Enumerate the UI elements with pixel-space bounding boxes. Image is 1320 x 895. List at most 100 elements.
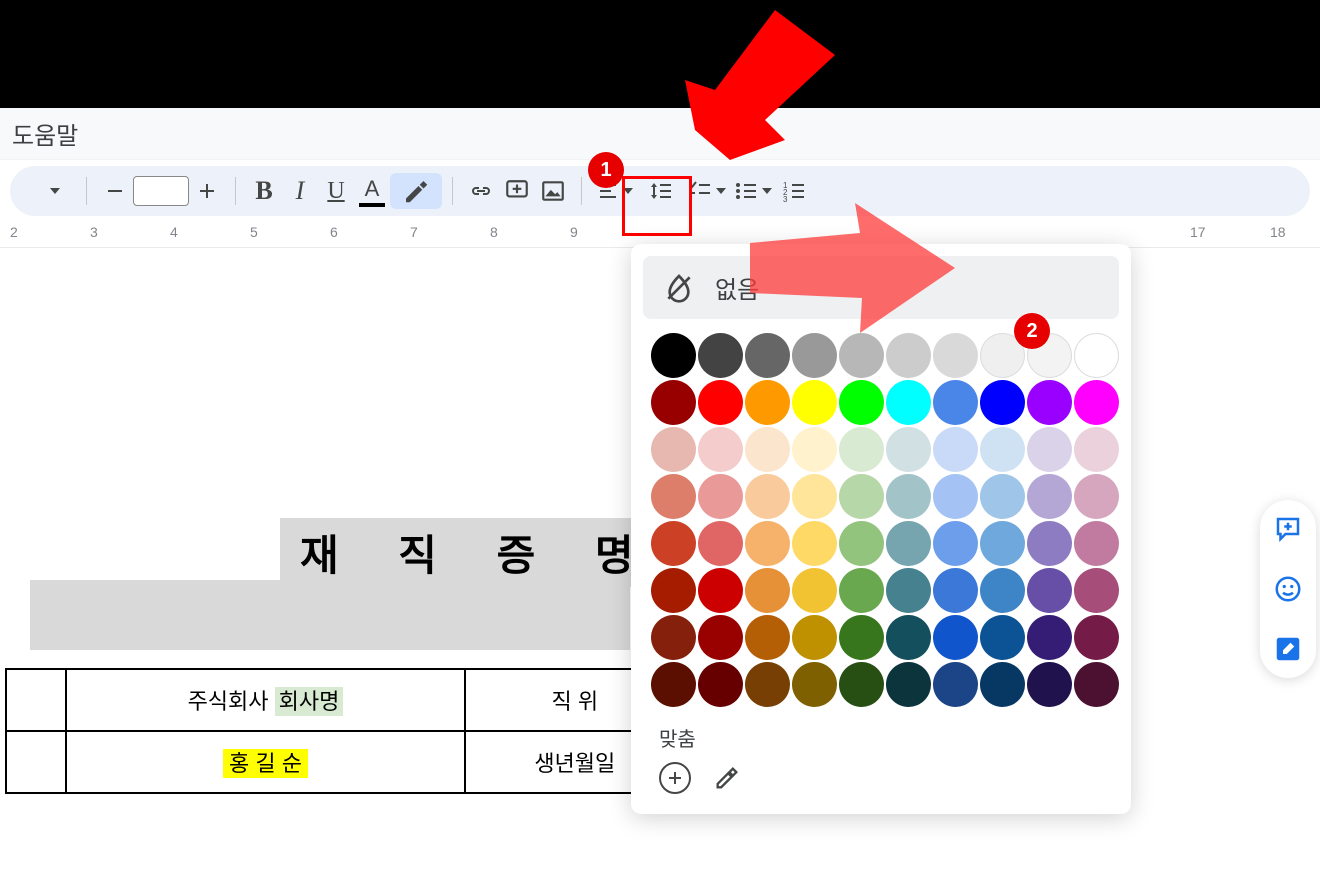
color-swatch[interactable]: [698, 333, 743, 378]
color-swatch[interactable]: [933, 615, 978, 660]
color-swatch[interactable]: [792, 615, 837, 660]
color-swatch[interactable]: [745, 380, 790, 425]
color-swatch[interactable]: [886, 333, 931, 378]
color-swatch[interactable]: [651, 662, 696, 707]
table-cell-name[interactable]: 홍 길 순: [66, 731, 465, 793]
color-swatch[interactable]: [792, 380, 837, 425]
color-swatch[interactable]: [980, 380, 1025, 425]
color-swatch[interactable]: [792, 568, 837, 613]
table-cell-company[interactable]: 주식회사 회사명: [66, 669, 465, 731]
checklist-dropdown[interactable]: [684, 173, 730, 209]
color-swatch[interactable]: [1027, 380, 1072, 425]
color-swatch[interactable]: [933, 333, 978, 378]
color-swatch[interactable]: [839, 333, 884, 378]
font-size-increase-button[interactable]: [189, 173, 225, 209]
color-swatch[interactable]: [886, 474, 931, 519]
table-cell[interactable]: [6, 669, 66, 731]
color-swatch[interactable]: [980, 662, 1025, 707]
color-swatch[interactable]: [745, 662, 790, 707]
color-swatch[interactable]: [1074, 333, 1119, 378]
color-swatch[interactable]: [933, 427, 978, 472]
color-swatch[interactable]: [1074, 662, 1119, 707]
color-swatch[interactable]: [1074, 380, 1119, 425]
color-swatch[interactable]: [980, 568, 1025, 613]
font-size-input[interactable]: [133, 173, 189, 209]
color-swatch[interactable]: [839, 615, 884, 660]
color-swatch[interactable]: [1027, 521, 1072, 566]
color-swatch[interactable]: [1074, 615, 1119, 660]
color-swatch[interactable]: [745, 568, 790, 613]
italic-button[interactable]: I: [282, 173, 318, 209]
color-swatch[interactable]: [980, 615, 1025, 660]
color-swatch[interactable]: [933, 662, 978, 707]
color-swatch[interactable]: [886, 521, 931, 566]
color-swatch[interactable]: [651, 333, 696, 378]
color-swatch[interactable]: [839, 474, 884, 519]
color-swatch[interactable]: [745, 427, 790, 472]
color-swatch[interactable]: [933, 568, 978, 613]
color-swatch[interactable]: [698, 662, 743, 707]
color-swatch[interactable]: [886, 380, 931, 425]
styles-dropdown[interactable]: [30, 173, 76, 209]
color-swatch[interactable]: [745, 333, 790, 378]
text-color-button[interactable]: A: [354, 173, 390, 209]
color-swatch[interactable]: [839, 427, 884, 472]
color-swatch[interactable]: [1027, 427, 1072, 472]
color-swatch[interactable]: [698, 521, 743, 566]
color-swatch[interactable]: [839, 380, 884, 425]
color-swatch[interactable]: [1027, 615, 1072, 660]
color-swatch[interactable]: [698, 474, 743, 519]
color-swatch[interactable]: [933, 521, 978, 566]
color-swatch[interactable]: [1074, 427, 1119, 472]
color-swatch[interactable]: [886, 427, 931, 472]
color-swatch[interactable]: [839, 568, 884, 613]
eyedropper-button[interactable]: [711, 762, 743, 794]
color-swatch[interactable]: [792, 662, 837, 707]
color-swatch[interactable]: [886, 662, 931, 707]
color-swatch[interactable]: [698, 568, 743, 613]
color-swatch[interactable]: [980, 427, 1025, 472]
color-swatch[interactable]: [792, 427, 837, 472]
color-swatch[interactable]: [1074, 474, 1119, 519]
color-swatch[interactable]: [745, 474, 790, 519]
color-swatch[interactable]: [651, 521, 696, 566]
color-swatch[interactable]: [1074, 521, 1119, 566]
color-swatch[interactable]: [933, 380, 978, 425]
color-swatch[interactable]: [651, 474, 696, 519]
insert-link-button[interactable]: [463, 173, 499, 209]
bold-button[interactable]: B: [246, 173, 282, 209]
color-swatch[interactable]: [1074, 568, 1119, 613]
color-swatch[interactable]: [886, 615, 931, 660]
color-swatch[interactable]: [698, 615, 743, 660]
underline-button[interactable]: U: [318, 173, 354, 209]
font-size-decrease-button[interactable]: [97, 173, 133, 209]
line-spacing-dropdown[interactable]: [638, 173, 684, 209]
color-swatch[interactable]: [980, 521, 1025, 566]
menu-help[interactable]: 도움말: [12, 123, 78, 150]
color-swatch[interactable]: [745, 615, 790, 660]
color-swatch[interactable]: [980, 474, 1025, 519]
color-swatch[interactable]: [792, 521, 837, 566]
suggest-edits-button[interactable]: [1273, 634, 1303, 664]
highlight-color-button[interactable]: [390, 173, 442, 209]
add-comment-side-button[interactable]: [1273, 514, 1303, 544]
color-swatch[interactable]: [886, 568, 931, 613]
table-cell[interactable]: [6, 731, 66, 793]
color-swatch[interactable]: [745, 521, 790, 566]
color-swatch[interactable]: [698, 380, 743, 425]
color-swatch[interactable]: [933, 474, 978, 519]
color-swatch[interactable]: [792, 474, 837, 519]
color-swatch[interactable]: [698, 427, 743, 472]
add-custom-color-button[interactable]: [659, 762, 691, 794]
color-swatch[interactable]: [839, 521, 884, 566]
emoji-reaction-button[interactable]: [1273, 574, 1303, 604]
color-swatch[interactable]: [651, 380, 696, 425]
add-comment-button[interactable]: [499, 173, 535, 209]
color-swatch[interactable]: [651, 427, 696, 472]
color-swatch[interactable]: [651, 615, 696, 660]
color-swatch[interactable]: [1027, 568, 1072, 613]
color-swatch[interactable]: [839, 662, 884, 707]
color-swatch[interactable]: [651, 568, 696, 613]
color-swatch[interactable]: [1027, 474, 1072, 519]
color-swatch[interactable]: [1027, 662, 1072, 707]
